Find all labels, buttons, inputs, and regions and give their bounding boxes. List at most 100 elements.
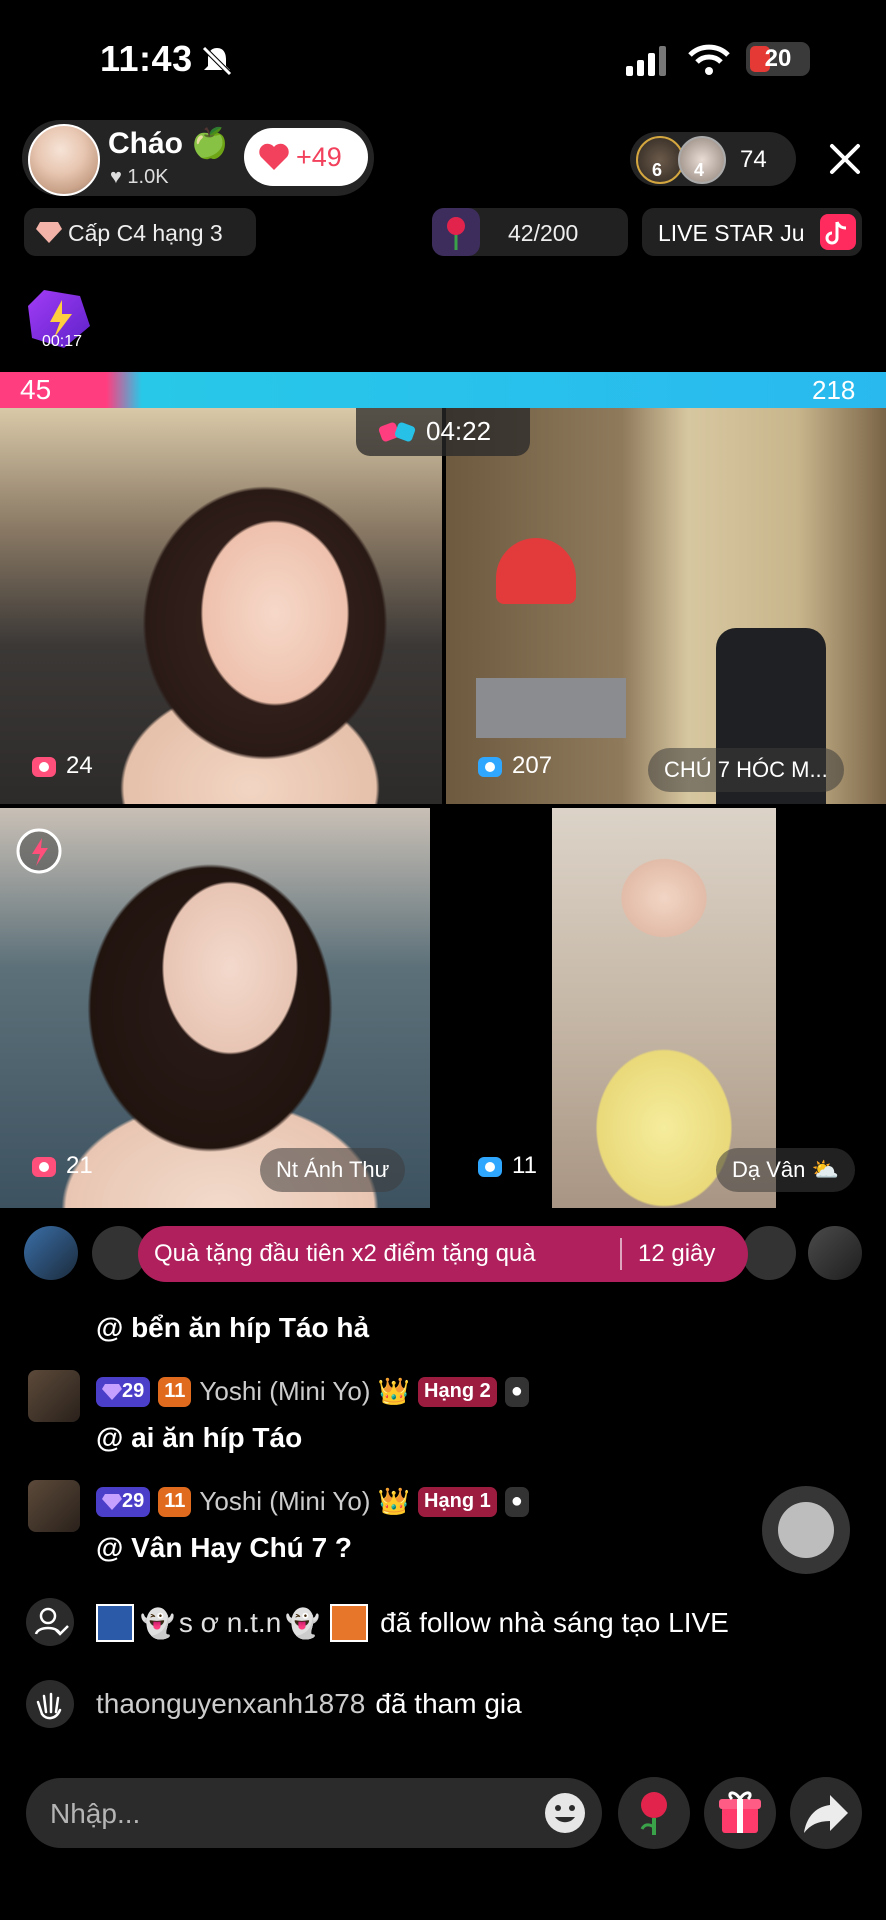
battle-timer: 04:22: [356, 408, 530, 456]
bell-muted-icon: [202, 46, 232, 76]
guest-tile-3[interactable]: 21 Nt Ánh Thư: [0, 808, 430, 1208]
floating-assistive-button[interactable]: [762, 1486, 850, 1574]
rose-icon: [640, 1792, 667, 1835]
live-star-label: LIVE STAR Ju: [658, 220, 805, 246]
gift-button[interactable]: [704, 1777, 776, 1849]
user-level: 29: [122, 1490, 145, 1512]
top-viewer-avatar-2[interactable]: 4: [678, 136, 726, 184]
emoji-icon[interactable]: [542, 1790, 588, 1836]
user-level-badge: 29: [96, 1486, 151, 1517]
host-name: Cháo 🍏: [108, 127, 229, 160]
chat-message: @ bển ăn híp Táo hả: [96, 1312, 370, 1343]
follow-notice: 👻 s ơ n.t.n 👻 đã follow nhà sáng tạo LIV…: [96, 1604, 729, 1642]
guest-name[interactable]: Dạ Vân ⛅: [716, 1148, 855, 1192]
friends-icon: ●: [504, 1376, 529, 1407]
guest-name[interactable]: CHÚ 7 HÓC M...: [648, 748, 844, 792]
signal-icon: [626, 46, 666, 76]
viewer-rank-badge: 6: [652, 160, 663, 180]
battle-score-right: 218: [812, 375, 856, 405]
divider: [620, 1238, 622, 1270]
join-notice: thaonguyenxanh1878 đã tham gia: [96, 1688, 522, 1720]
rose-icon: [432, 208, 480, 256]
viewer-rank-badge: 4: [694, 160, 705, 180]
host-likes: ♥ 1.0K: [110, 166, 169, 188]
tiktok-icon: [820, 214, 856, 250]
camera-points-icon: [478, 757, 502, 777]
status-time: 11:43: [100, 38, 193, 79]
tile-points: 21: [30, 1152, 93, 1180]
fan-level: 11: [164, 1380, 186, 1402]
live-star-pill[interactable]: LIVE STAR Ju: [642, 208, 862, 256]
rank-badge: Hạng 1: [418, 1486, 497, 1517]
gifter-avatar-4[interactable]: [808, 1226, 862, 1280]
camera-points-icon: [32, 757, 56, 777]
battle-score-left: 45: [20, 374, 52, 405]
chat-avatar[interactable]: [28, 1480, 80, 1532]
joined-user: thaonguyenxanh1878: [96, 1688, 366, 1719]
rank-text: Hạng 2: [424, 1380, 491, 1402]
camera-points-icon: [478, 1157, 502, 1177]
star-sticker-icon: [96, 1604, 134, 1642]
friends-icon: ●: [504, 1486, 529, 1517]
guest-tile-1[interactable]: 24: [0, 408, 442, 804]
chat-username: Yoshi (Mini Yo) 👑: [199, 1486, 411, 1516]
rank-pill[interactable]: Cấp C4 hạng 3: [24, 208, 256, 256]
tile-points: 24: [30, 752, 93, 780]
gifter-avatar-1[interactable]: [24, 1226, 78, 1280]
fan-level: 11: [164, 1490, 186, 1512]
ghost-icon: 👻: [140, 1607, 175, 1639]
guest-tile-2[interactable]: 207 CHÚ 7 HÓC M...: [446, 408, 886, 804]
battle-timer-value: 04:22: [426, 416, 492, 446]
camera-points-icon: [32, 1157, 56, 1177]
chat-avatar[interactable]: [28, 1370, 80, 1422]
boost-timer: 00:17: [42, 333, 83, 350]
gem-icon: [102, 1493, 122, 1510]
user-level: 29: [122, 1380, 145, 1402]
share-button[interactable]: [790, 1777, 862, 1849]
gift-bonus-banner[interactable]: Quà tặng đầu tiên x2 điểm tặng quà 12 gi…: [138, 1226, 748, 1282]
like-button[interactable]: +49: [244, 128, 368, 186]
viewer-count[interactable]: 74: [740, 146, 767, 174]
tile-points-value: 207: [512, 752, 553, 779]
wave-hand-icon: [26, 1680, 74, 1728]
follower-name: s ơ n.t.n: [178, 1607, 282, 1638]
follow-icon: [26, 1598, 74, 1646]
tile-points-value: 11: [512, 1152, 537, 1179]
wifi-icon: [688, 44, 730, 75]
rank-badge: Hạng 2: [418, 1376, 497, 1407]
gift-goal-pill[interactable]: 42/200: [432, 208, 628, 256]
guest-tile-4[interactable]: 11 Dạ Vân ⛅: [434, 808, 886, 1208]
chat-message: @ ai ăn híp Táo: [96, 1422, 303, 1453]
chat-user-row[interactable]: 29 11 Yoshi (Mini Yo) 👑 Hạng 2 ●: [96, 1376, 529, 1407]
sunset-sticker-icon: [330, 1604, 369, 1642]
tile-points-value: 21: [66, 1152, 93, 1179]
rank-label: Cấp C4 hạng 3: [68, 220, 223, 246]
chat-user-row[interactable]: 29 11 Yoshi (Mini Yo) 👑 Hạng 1 ●: [96, 1486, 529, 1517]
tile-points-value: 24: [66, 752, 93, 779]
close-icon[interactable]: [822, 136, 868, 182]
tile-points: 207: [476, 752, 552, 780]
user-level-badge: 29: [96, 1376, 151, 1407]
gift-bonus-text: Quà tặng đầu tiên x2 điểm tặng quà: [154, 1240, 536, 1267]
follow-notice-text: đã follow nhà sáng tạo LIVE: [380, 1607, 729, 1638]
battery-indicator: 20: [746, 42, 810, 76]
comment-input[interactable]: Nhập...: [26, 1778, 602, 1848]
sink-shape: [476, 678, 626, 738]
gift-icon: [719, 1791, 761, 1833]
heart-icon: [259, 143, 289, 170]
chat-message: @ Vân Hay Chú 7 ?: [96, 1532, 353, 1563]
gem-icon: [102, 1383, 122, 1400]
tile-points: 11: [476, 1152, 537, 1180]
like-delta: +49: [296, 142, 342, 172]
top-viewer-avatar-1[interactable]: 6: [636, 136, 684, 184]
gifter-avatar-3[interactable]: [742, 1226, 796, 1280]
battle-score-bar: [0, 372, 886, 408]
gift-goal-progress: 42/200: [508, 220, 579, 246]
ghost-icon: 👻: [285, 1607, 321, 1639]
gift-bonus-countdown: 12 giây: [638, 1240, 716, 1267]
rose-gift-button[interactable]: [618, 1777, 690, 1849]
fan-club-badge: 11: [158, 1376, 192, 1407]
share-arrow-icon: [804, 1795, 848, 1833]
guest-name[interactable]: Nt Ánh Thư: [260, 1148, 406, 1192]
host-avatar[interactable]: [28, 124, 100, 196]
